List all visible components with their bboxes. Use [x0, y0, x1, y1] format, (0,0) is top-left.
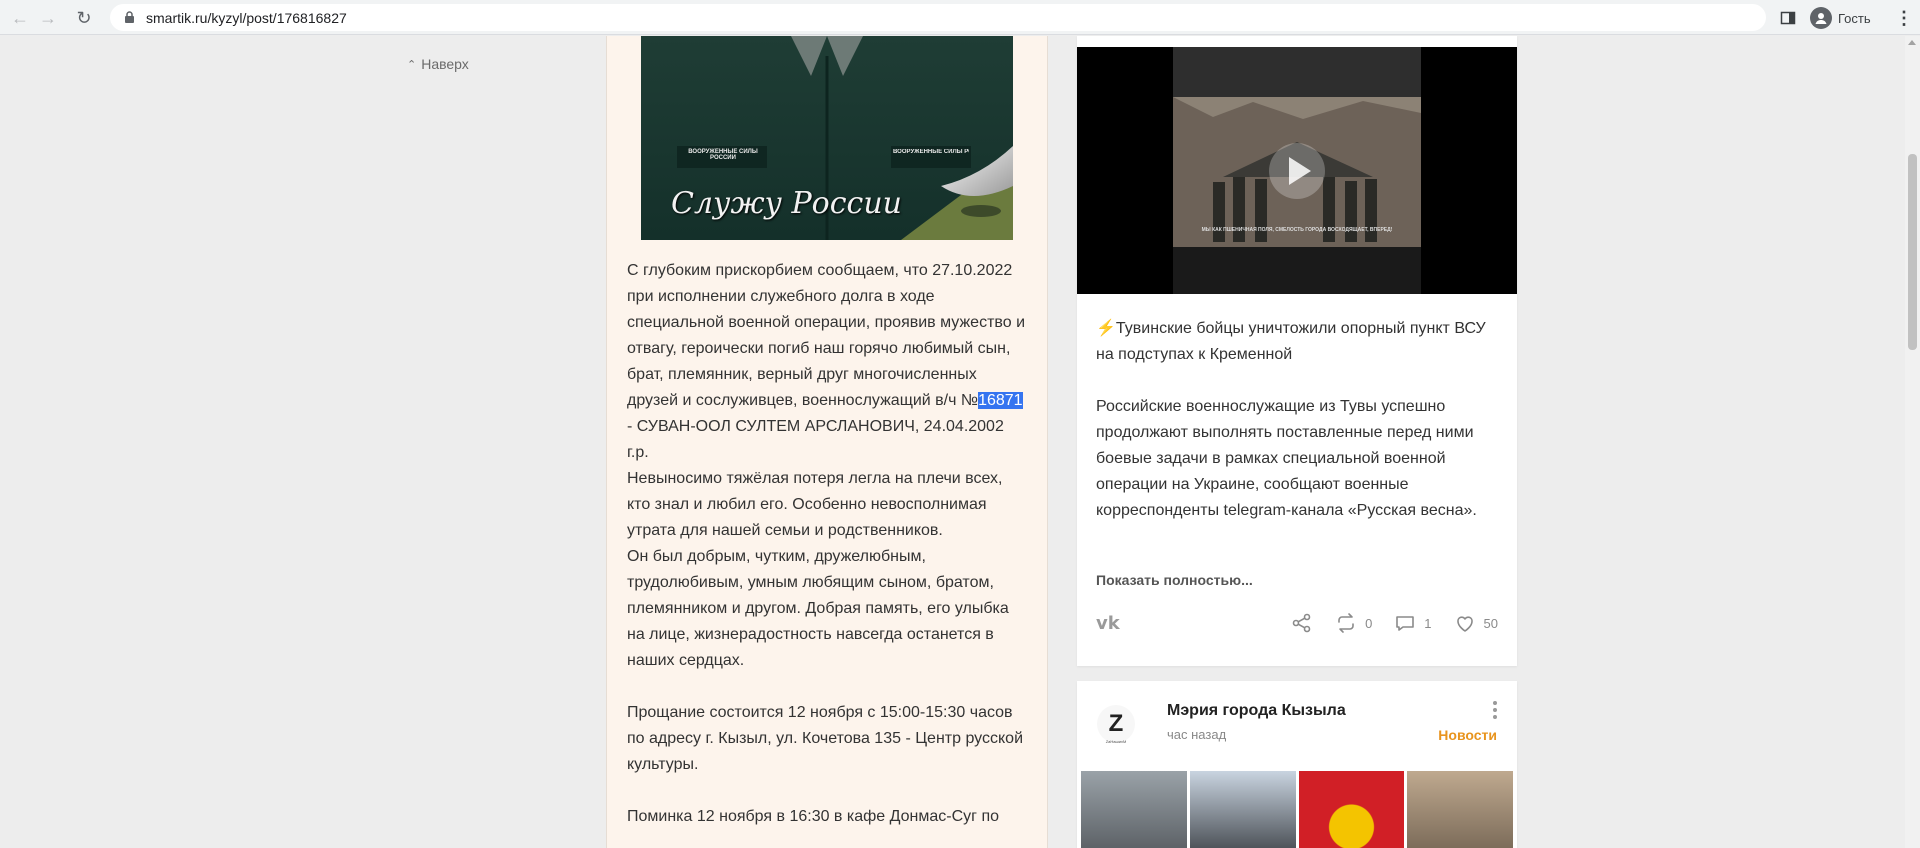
- text-span: С глубоким прискорбием сообщаем, что 27.…: [627, 262, 1026, 409]
- logo-caption: ZаНашихМ: [1105, 739, 1127, 744]
- article-body: С глубоким прискорбием сообщаем, что 27.…: [627, 258, 1027, 830]
- article-image: ВООРУЖЕННЫЕ СИЛЫ РОССИИ ВООРУЖЕННЫЕ СИЛЫ…: [641, 36, 1013, 240]
- article-paragraph-5: Поминка 12 ноября в 16:30 в кафе Донмас-…: [627, 808, 1000, 825]
- photo-thumbnail[interactable]: [1298, 771, 1405, 848]
- scrollbar-thumb[interactable]: [1908, 154, 1917, 350]
- page-content: ⌃ Наверх ВООРУЖЕННЫЕ СИЛЫ РОССИИ ВООРУЖЕ…: [0, 36, 1905, 848]
- like-count: 50: [1483, 615, 1498, 631]
- video-caption: МЫ КАК ПШЕНИЧНАЯ ПОЛЯ, СМЕЛОСТЬ ГОРОДА В…: [1201, 227, 1393, 233]
- article-paragraph-4: Прощание состоится 12 ноября с 15:00-15:…: [627, 704, 1024, 773]
- post-title-text: Тувинские бойцы уничтожили опорный пункт…: [1096, 320, 1486, 363]
- post-title: ⚡Тувинские бойцы уничтожили опорный пунк…: [1096, 316, 1496, 368]
- text-span: - СУВАН-ООЛ СУЛТЕМ АРСЛАНОВИЧ, 24.04.200…: [627, 418, 1004, 461]
- comment-count: 1: [1424, 615, 1432, 631]
- back-arrow-icon[interactable]: ←: [8, 6, 32, 30]
- source-name[interactable]: Мэрия города Кызыла: [1167, 702, 1346, 720]
- url-text: smartik.ru/kyzyl/post/176816827: [146, 9, 347, 26]
- article-column: ВООРУЖЕННЫЕ СИЛЫ РОССИИ ВООРУЖЕННЫЕ СИЛЫ…: [606, 36, 1048, 848]
- share-icon: [1292, 613, 1311, 633]
- forward-arrow-icon[interactable]: →: [36, 6, 60, 30]
- photo-thumbnail[interactable]: [1189, 771, 1296, 848]
- photo-thumbnail[interactable]: [1081, 771, 1187, 848]
- scroll-up-arrow-icon[interactable]: [1908, 40, 1916, 45]
- back-to-top-link[interactable]: ⌃ Наверх: [407, 56, 469, 72]
- vk-logo-icon[interactable]: vk: [1096, 613, 1120, 634]
- comment-button[interactable]: 1: [1394, 612, 1432, 634]
- video-player[interactable]: МЫ КАК ПШЕНИЧНАЯ ПОЛЯ, СМЕЛОСТЬ ГОРОДА В…: [1077, 47, 1517, 294]
- post-body: Российские военнослужащие из Тувы успешн…: [1096, 398, 1477, 519]
- lock-icon: [122, 11, 136, 25]
- like-button[interactable]: 50: [1454, 612, 1498, 634]
- category-link[interactable]: Новости: [1438, 727, 1497, 743]
- address-bar[interactable]: smartik.ru/kyzyl/post/176816827: [110, 4, 1766, 31]
- page-scrollbar[interactable]: [1905, 36, 1920, 848]
- side-panel-icon[interactable]: [1780, 6, 1796, 30]
- patch-left: ВООРУЖЕННЫЕ СИЛЫ РОССИИ: [688, 149, 758, 161]
- reload-icon[interactable]: ↻: [72, 6, 96, 30]
- article-paragraph-1: С глубоким прискорбием сообщаем, что 27.…: [627, 258, 1027, 466]
- highlighted-selection: 16871: [978, 392, 1023, 409]
- post-actions: vk 0 1 50: [1096, 610, 1498, 636]
- comment-icon: [1396, 616, 1415, 631]
- article-paragraph-2: Невыносимо тяжёлая потеря легла на плечи…: [627, 470, 1003, 539]
- image-caption: Служу России: [671, 186, 902, 221]
- lightning-icon: ⚡: [1096, 320, 1116, 337]
- patch-right: ВООРУЖЕННЫЕ СИЛЫ РОССИИ: [893, 149, 969, 155]
- browser-toolbar: ← → ↻ smartik.ru/kyzyl/post/176816827 Го…: [0, 0, 1920, 35]
- feed-card: Z ZаНашихМ Мэрия города Кызыла час назад…: [1077, 681, 1517, 848]
- repost-icon: [1338, 613, 1354, 633]
- play-icon[interactable]: [1269, 143, 1325, 199]
- repost-count: 0: [1365, 615, 1373, 631]
- logo-letter: Z: [1108, 710, 1124, 737]
- source-logo[interactable]: Z ZаНашихМ: [1097, 705, 1135, 744]
- heart-icon: [1456, 616, 1473, 632]
- profile-label: Гость: [1838, 10, 1871, 26]
- kebab-menu-icon[interactable]: ⋮: [1895, 6, 1913, 30]
- more-options-icon[interactable]: [1493, 701, 1497, 719]
- chevron-up-icon: ⌃: [407, 58, 417, 71]
- show-more-link[interactable]: Показать полностью...: [1096, 572, 1253, 588]
- share-button[interactable]: [1291, 612, 1313, 634]
- post-text: ⚡Тувинские бойцы уничтожили опорный пунк…: [1096, 316, 1496, 524]
- profile-avatar-icon: [1810, 7, 1832, 29]
- profile-button[interactable]: Гость: [1810, 6, 1871, 30]
- article-paragraph-3: Он был добрым, чутким, дружелюбным, труд…: [627, 548, 1009, 669]
- feed-card: МЫ КАК ПШЕНИЧНАЯ ПОЛЯ, СМЕЛОСТЬ ГОРОДА В…: [1077, 36, 1517, 666]
- repost-button[interactable]: 0: [1335, 612, 1372, 634]
- photo-thumbnail[interactable]: [1407, 771, 1513, 848]
- back-to-top-label: Наверх: [421, 56, 469, 72]
- photo-strip[interactable]: [1081, 771, 1513, 848]
- post-time: час назад: [1167, 727, 1227, 742]
